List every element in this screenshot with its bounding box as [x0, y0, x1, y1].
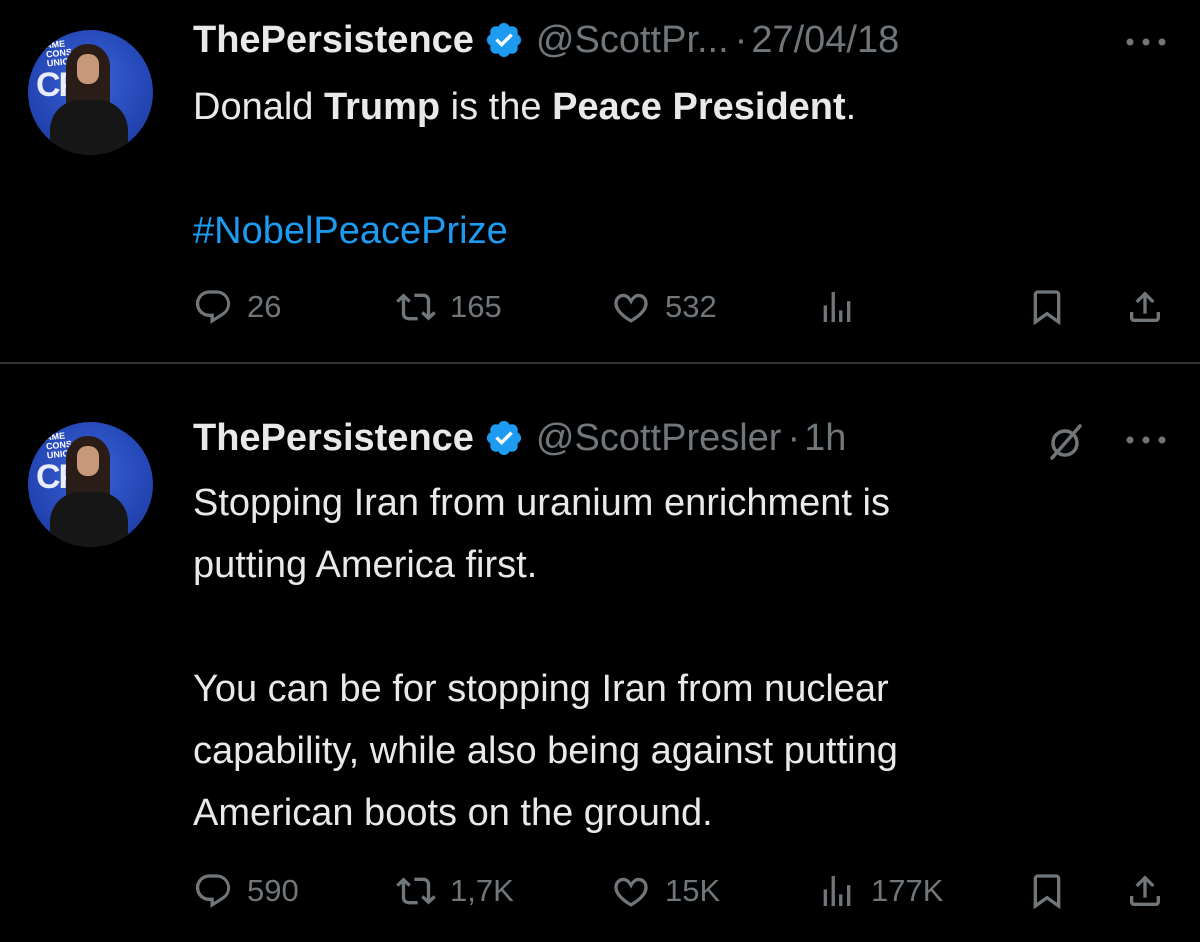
- separator: ·: [734, 18, 748, 61]
- bookmark-button[interactable]: [1027, 866, 1067, 916]
- share-icon: [1130, 875, 1160, 906]
- avatar[interactable]: CPA AMECONSUNION: [28, 30, 153, 155]
- bookmark-icon: [1033, 874, 1061, 910]
- views-count: 177K: [871, 873, 944, 908]
- tweet-header: ThePersistence @ScottPr... · 27/04/18: [193, 14, 899, 66]
- tweet-2[interactable]: CPA AMECONSUNION ThePersistence @ScottPr…: [0, 364, 1200, 942]
- like-count: 532: [665, 289, 717, 324]
- reply-icon: [195, 874, 231, 908]
- avatar[interactable]: CPA AMECONSUNION: [28, 422, 153, 547]
- tweet-1[interactable]: CPA AMECONSUNION ThePersistence @ScottPr…: [0, 0, 1200, 362]
- bookmark-button[interactable]: [1027, 282, 1067, 332]
- like-icon: [614, 293, 648, 323]
- like-button[interactable]: 15K: [611, 866, 720, 916]
- more-icon[interactable]: [1122, 32, 1170, 52]
- reply-icon: [195, 290, 231, 324]
- display-name[interactable]: ThePersistence: [193, 417, 474, 460]
- share-button[interactable]: [1125, 866, 1165, 916]
- reply-count: 590: [247, 873, 299, 908]
- tweet-text: Donald Trump is the Peace President. #No…: [193, 86, 857, 252]
- like-count: 15K: [665, 873, 721, 908]
- verified-badge-icon[interactable]: [484, 20, 524, 60]
- repost-count: 1,7K: [450, 873, 514, 908]
- reply-button[interactable]: 26: [193, 282, 281, 332]
- avatar-body: [50, 100, 128, 155]
- timestamp[interactable]: 27/04/18: [751, 19, 899, 62]
- repost-button[interactable]: 1,7K: [396, 866, 514, 916]
- bookmark-icon: [1033, 290, 1061, 326]
- tweet-text: Stopping Iran from uranium enrichment is…: [193, 482, 898, 834]
- separator: ·: [787, 416, 801, 459]
- share-button[interactable]: [1125, 282, 1165, 332]
- handle[interactable]: @ScottPresler: [536, 417, 782, 460]
- views-button[interactable]: [817, 282, 871, 332]
- grok-icon[interactable]: [1046, 422, 1086, 462]
- repost-button[interactable]: 165: [396, 282, 502, 332]
- timestamp[interactable]: 1h: [804, 417, 846, 460]
- avatar-body: [50, 492, 128, 547]
- handle[interactable]: @ScottPr...: [536, 19, 729, 62]
- views-icon: [823, 292, 851, 322]
- repost-icon: [396, 877, 436, 905]
- hashtag-link[interactable]: #NobelPeacePrize: [193, 210, 508, 252]
- reply-button[interactable]: 590: [193, 866, 299, 916]
- reply-count: 26: [247, 289, 282, 324]
- avatar-face: [77, 446, 99, 476]
- action-bar: 590 1,7K 15K 177K: [193, 866, 1173, 916]
- tweet-header: ThePersistence @ScottPresler · 1h: [193, 412, 846, 464]
- avatar-face: [77, 54, 99, 84]
- display-name[interactable]: ThePersistence: [193, 19, 474, 62]
- views-icon: [823, 876, 851, 906]
- repost-count: 165: [450, 289, 502, 324]
- verified-badge-icon[interactable]: [484, 418, 524, 458]
- views-button[interactable]: 177K: [817, 866, 943, 916]
- repost-icon: [396, 293, 436, 321]
- action-bar: 26 165 532: [193, 282, 1173, 332]
- like-icon: [614, 877, 648, 907]
- like-button[interactable]: 532: [611, 282, 717, 332]
- more-icon[interactable]: [1122, 430, 1170, 450]
- share-icon: [1130, 291, 1160, 322]
